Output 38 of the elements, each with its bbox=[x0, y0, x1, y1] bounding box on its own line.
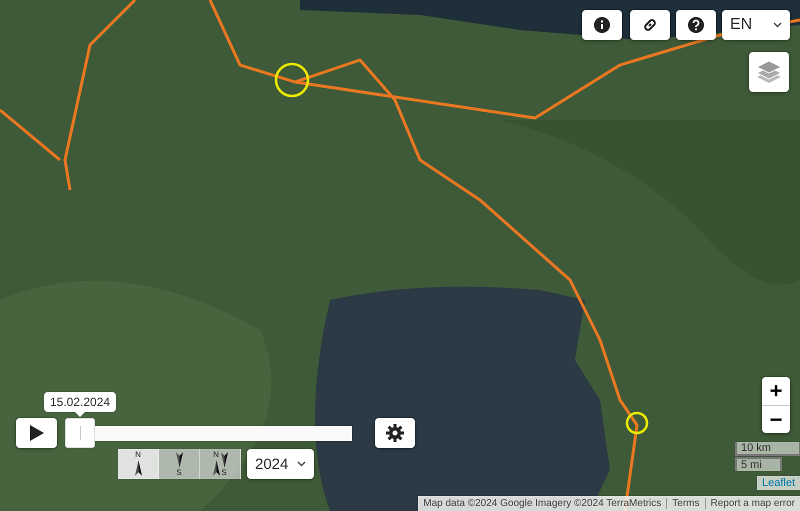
north-arrow-icon bbox=[134, 459, 142, 477]
settings-button[interactable] bbox=[375, 418, 415, 448]
zoom-out-button[interactable]: − bbox=[762, 405, 790, 433]
chevron-down-icon bbox=[773, 22, 782, 28]
south-arrow-icon bbox=[176, 451, 182, 469]
settings-icon bbox=[386, 424, 404, 442]
south-label: S bbox=[221, 469, 227, 477]
link-button[interactable] bbox=[630, 10, 670, 40]
chevron-down-icon bbox=[297, 461, 306, 467]
slider-thumb[interactable] bbox=[65, 418, 95, 448]
timeline-slider[interactable] bbox=[65, 418, 352, 448]
south-arrow-icon bbox=[220, 451, 228, 469]
north-label: N bbox=[135, 451, 141, 459]
layers-button[interactable] bbox=[749, 52, 789, 92]
language-select[interactable]: EN bbox=[722, 10, 790, 40]
map-attribution: Map data ©2024 Google Imagery ©2024 TerraMetrics bbox=[422, 498, 662, 509]
help-button[interactable] bbox=[676, 10, 716, 40]
north-arrow-icon bbox=[212, 459, 220, 477]
help-icon bbox=[688, 17, 704, 33]
north-label: N bbox=[213, 451, 219, 459]
direction-toggle[interactable]: N bbox=[118, 449, 159, 479]
date-tooltip: 15.02.2024 bbox=[44, 392, 116, 417]
scale-bar: 5 mi bbox=[735, 457, 782, 471]
link-icon bbox=[642, 17, 658, 33]
info-button[interactable] bbox=[582, 10, 622, 40]
zoom-in-button[interactable]: + bbox=[762, 377, 790, 405]
play-button[interactable] bbox=[16, 418, 57, 448]
terms-link[interactable]: Terms bbox=[666, 498, 705, 509]
report-error-link[interactable]: Report a map error bbox=[704, 498, 800, 509]
direction-toggle[interactable]: N S bbox=[200, 449, 241, 479]
year-select[interactable]: 2024 bbox=[247, 449, 314, 479]
scale-bar: 10 km bbox=[735, 442, 800, 456]
south-label: S bbox=[176, 469, 182, 477]
info-icon bbox=[594, 17, 610, 33]
layers-icon bbox=[756, 59, 782, 85]
direction-toggle[interactable]: S bbox=[159, 449, 200, 479]
play-icon bbox=[30, 425, 44, 441]
satellite-map[interactable] bbox=[0, 0, 800, 511]
